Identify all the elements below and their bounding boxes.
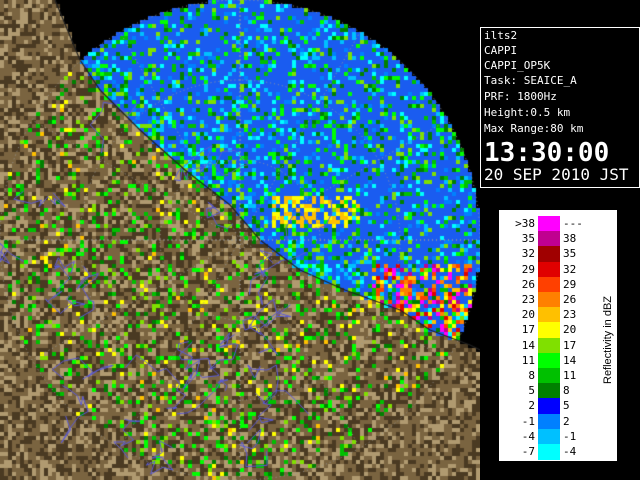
product-name: CAPPI_OP5K <box>484 59 551 72</box>
legend-color-swatch <box>538 337 560 354</box>
legend-high-value: 11 <box>563 369 577 382</box>
legend-low-value: 26 <box>521 277 535 291</box>
legend-row: 29 32 <box>499 261 599 278</box>
reflectivity-legend: >38 --- 35 38 32 35 29 32 26 29 23 26 20 23 17 20 14 17 11… <box>498 209 618 462</box>
legend-color-swatch <box>538 398 560 415</box>
legend-high-value: 2 <box>563 414 570 428</box>
legend-high-value: --- <box>563 217 583 230</box>
time-display: 13:30:00 <box>484 138 610 168</box>
legend-color-swatch <box>538 428 560 445</box>
legend-high-value: 5 <box>563 399 570 413</box>
legend-low-value: 35 <box>521 232 535 246</box>
info-panel: ilts2 CAPPI CAPPI_OP5K Task: SEAICE_A PR… <box>480 27 640 188</box>
legend-high-value: -4 <box>563 445 577 458</box>
height-label: Height:0.5 km <box>484 106 571 119</box>
legend-low-value: 32 <box>521 247 535 261</box>
legend-row: >38 --- <box>499 216 599 232</box>
product-type: CAPPI <box>484 44 518 57</box>
legend-row: 14 17 <box>499 337 599 354</box>
prf-label: PRF: 1800Hz <box>484 90 557 103</box>
legend-row: -1 2 <box>499 413 599 430</box>
legend-row: 26 29 <box>499 276 599 293</box>
legend-color-swatch <box>538 246 560 263</box>
date-display: 20 SEP 2010 JST <box>484 165 629 184</box>
legend-high-value: 32 <box>563 262 577 276</box>
legend-low-value: 11 <box>521 353 535 367</box>
legend-color-swatch <box>538 261 560 278</box>
legend-row: 32 35 <box>499 246 599 263</box>
legend-row: -4 -1 <box>499 428 599 445</box>
legend-row: 20 23 <box>499 307 599 324</box>
legend-row: 17 20 <box>499 322 599 339</box>
legend-color-swatch <box>538 368 560 384</box>
legend-low-value: -4 <box>521 429 535 443</box>
legend-row: 8 11 <box>499 368 599 384</box>
legend-color-swatch <box>538 231 560 248</box>
legend-high-value: 35 <box>563 247 577 261</box>
legend-row: 23 26 <box>499 292 599 308</box>
range-label: Max Range:80 km <box>484 122 584 135</box>
legend-high-value: 20 <box>563 323 577 337</box>
legend-high-value: 26 <box>563 293 577 306</box>
legend-row: 58 <box>499 383 599 400</box>
legend-color-swatch <box>538 292 560 308</box>
legend-low-value: 29 <box>521 262 535 276</box>
legend-color-swatch <box>538 352 560 369</box>
legend-high-value: 17 <box>563 338 577 352</box>
legend-color-swatch <box>538 307 560 324</box>
legend-high-value: -1 <box>563 429 577 443</box>
legend-color-swatch <box>538 383 560 400</box>
legend-row: -7 -4 <box>499 444 599 460</box>
legend-low-value: -1 <box>521 414 535 428</box>
legend-high-value: 38 <box>563 232 577 246</box>
legend-low-value: 20 <box>521 308 535 322</box>
legend-axis-label: Reflectivity in dBZ <box>602 295 614 385</box>
legend-color-swatch <box>538 444 560 460</box>
legend-low-value: 14 <box>521 338 535 352</box>
legend-low-value: 2 <box>528 399 535 413</box>
legend-color-swatch <box>538 413 560 430</box>
legend-high-value: 14 <box>563 353 577 367</box>
legend-row: 11 14 <box>499 352 599 369</box>
legend-color-swatch <box>538 276 560 293</box>
legend-low-value: 23 <box>521 293 535 306</box>
legend-high-value: 23 <box>563 308 577 322</box>
task-label: Task: SEAICE_A <box>484 74 577 87</box>
legend-low-value: -7 <box>521 445 535 458</box>
radar-name: ilts2 <box>484 29 518 42</box>
legend-high-value: 29 <box>563 277 577 291</box>
legend-low-value: 5 <box>528 384 535 398</box>
legend-color-swatch <box>538 216 560 232</box>
radar-image <box>0 0 480 480</box>
legend-high-value: 8 <box>563 384 570 398</box>
legend-row: 35 38 <box>499 231 599 248</box>
legend-color-swatch <box>538 322 560 339</box>
legend-row: 25 <box>499 398 599 415</box>
legend-low-value: 17 <box>521 323 535 337</box>
legend-low-value: 8 <box>528 369 535 382</box>
legend-low-value: >38 <box>515 217 535 230</box>
